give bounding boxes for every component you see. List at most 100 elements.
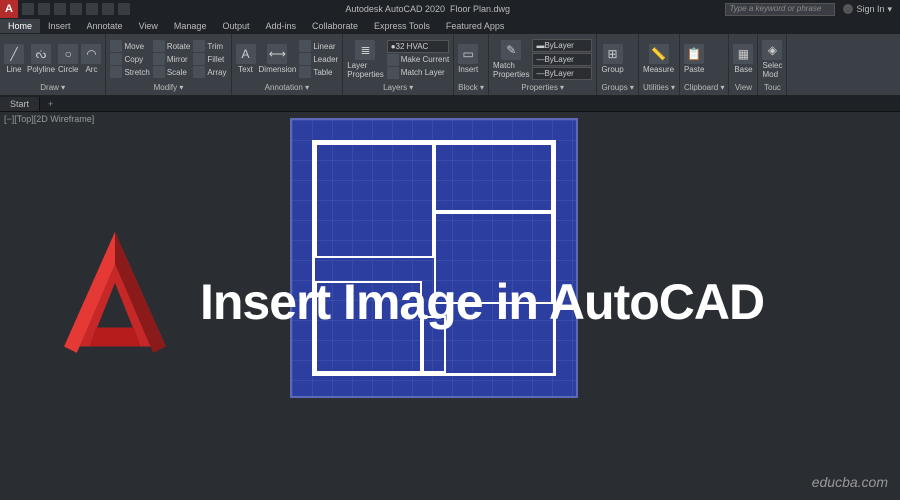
app-logo[interactable]: A	[0, 0, 18, 18]
ribbon: ╱Line ᔔPolyline ○Circle ◠Arc Draw ▾ Move…	[0, 34, 900, 96]
tab-annotate[interactable]: Annotate	[79, 19, 131, 33]
qat-undo-icon[interactable]	[102, 3, 114, 15]
tab-featured[interactable]: Featured Apps	[438, 19, 513, 33]
panel-title-properties[interactable]: Properties ▾	[493, 82, 592, 93]
color-dropdown[interactable]: ▬ ByLayer	[532, 39, 592, 52]
paste-icon: 📋	[684, 44, 704, 64]
tab-addins[interactable]: Add-ins	[257, 19, 304, 33]
qat-save-icon[interactable]	[54, 3, 66, 15]
panel-title-groups[interactable]: Groups ▾	[601, 82, 633, 93]
measure-button[interactable]: 📏Measure	[643, 44, 674, 74]
qat-redo-icon[interactable]	[118, 3, 130, 15]
fillet-icon	[193, 53, 205, 65]
paste-button[interactable]: 📋Paste	[684, 44, 704, 74]
match-layer-button[interactable]: Match Layer	[387, 67, 449, 79]
tab-manage[interactable]: Manage	[166, 19, 215, 33]
move-icon	[110, 40, 122, 52]
panel-layers: ≣Layer Properties ● 32 HVAC Make Current…	[343, 34, 454, 95]
panel-properties: ✎Match Properties ▬ ByLayer — ByLayer — …	[489, 34, 597, 95]
mirror-button[interactable]: Mirror	[153, 53, 191, 65]
base-button[interactable]: ▦Base	[733, 44, 753, 74]
array-button[interactable]: Array	[193, 66, 226, 78]
qat-saveas-icon[interactable]	[70, 3, 82, 15]
insert-button[interactable]: ▭Insert	[458, 44, 478, 74]
panel-clipboard: 📋Paste Clipboard ▾	[680, 34, 730, 95]
group-button[interactable]: ⊞Group	[601, 44, 623, 74]
table-icon	[299, 66, 311, 78]
drawing-viewport[interactable]: [−][Top][2D Wireframe] Insert Image in A…	[0, 112, 900, 500]
signin-button[interactable]: Sign In ▾	[843, 4, 892, 15]
line-icon: ╱	[4, 44, 24, 64]
tab-collaborate[interactable]: Collaborate	[304, 19, 366, 33]
search-input[interactable]: Type a keyword or phrase	[725, 3, 835, 16]
line-button[interactable]: ╱Line	[4, 44, 24, 74]
move-button[interactable]: Move	[110, 40, 149, 52]
match-properties-icon: ✎	[501, 40, 521, 60]
hero-overlay: Insert Image in AutoCAD	[50, 232, 870, 372]
text-button[interactable]: AText	[236, 44, 256, 74]
tab-output[interactable]: Output	[214, 19, 257, 33]
ribbon-tabs: Home Insert Annotate View Manage Output …	[0, 18, 900, 34]
linetype-dropdown[interactable]: — ByLayer	[532, 67, 592, 80]
select-mode-button[interactable]: ◈Selec Mod	[762, 40, 782, 79]
qat-new-icon[interactable]	[22, 3, 34, 15]
tab-home[interactable]: Home	[0, 19, 40, 33]
layers-icon: ≣	[355, 40, 375, 60]
rotate-button[interactable]: Rotate	[153, 40, 191, 52]
panel-view: ▦Base View	[729, 34, 758, 95]
scale-icon	[153, 66, 165, 78]
stretch-icon	[110, 66, 122, 78]
viewport-controls[interactable]: [−][Top][2D Wireframe]	[4, 114, 94, 124]
panel-modify: Move Copy Stretch Rotate Mirror Scale Tr…	[106, 34, 231, 95]
stretch-button[interactable]: Stretch	[110, 66, 149, 78]
new-tab-button[interactable]: +	[40, 97, 61, 111]
leader-icon	[299, 53, 311, 65]
doc-tab-start[interactable]: Start	[0, 97, 40, 111]
tab-view[interactable]: View	[131, 19, 166, 33]
make-current-button[interactable]: Make Current	[387, 54, 449, 66]
circle-icon: ○	[58, 44, 78, 64]
layer-dropdown[interactable]: ● 32 HVAC	[387, 40, 449, 53]
panel-title-touch[interactable]: Touc	[762, 82, 782, 93]
layer-properties-button[interactable]: ≣Layer Properties	[347, 40, 383, 79]
match-properties-button[interactable]: ✎Match Properties	[493, 40, 529, 79]
array-icon	[193, 66, 205, 78]
qat-plot-icon[interactable]	[86, 3, 98, 15]
tab-insert[interactable]: Insert	[40, 19, 79, 33]
tab-express[interactable]: Express Tools	[366, 19, 438, 33]
trim-button[interactable]: Trim	[193, 40, 226, 52]
linear-button[interactable]: Linear	[299, 40, 338, 52]
leader-button[interactable]: Leader	[299, 53, 338, 65]
panel-title-layers[interactable]: Layers ▾	[347, 82, 449, 93]
scale-button[interactable]: Scale	[153, 66, 191, 78]
copy-icon	[110, 53, 122, 65]
panel-title-clipboard[interactable]: Clipboard ▾	[684, 82, 725, 93]
group-icon: ⊞	[603, 44, 623, 64]
table-button[interactable]: Table	[299, 66, 338, 78]
panel-title-view[interactable]: View	[733, 82, 753, 93]
panel-title-utilities[interactable]: Utilities ▾	[643, 82, 675, 93]
quick-access-toolbar	[22, 3, 130, 15]
window-title: Autodesk AutoCAD 2020 Floor Plan.dwg	[130, 4, 725, 14]
mirror-icon	[153, 53, 165, 65]
chevron-down-icon: ▾	[887, 4, 892, 15]
polyline-icon: ᔔ	[31, 44, 51, 64]
make-current-icon	[387, 54, 399, 66]
panel-title-block[interactable]: Block ▾	[458, 82, 484, 93]
qat-open-icon[interactable]	[38, 3, 50, 15]
arc-button[interactable]: ◠Arc	[81, 44, 101, 74]
lineweight-dropdown[interactable]: — ByLayer	[532, 53, 592, 66]
polyline-button[interactable]: ᔔPolyline	[27, 44, 55, 74]
circle-button[interactable]: ○Circle	[58, 44, 78, 74]
user-icon	[843, 4, 853, 14]
rotate-icon	[153, 40, 165, 52]
panel-utilities: 📏Measure Utilities ▾	[639, 34, 680, 95]
autocad-logo-icon	[50, 232, 180, 372]
panel-title-draw[interactable]: Draw ▾	[4, 82, 101, 93]
panel-title-annotation[interactable]: Annotation ▾	[236, 82, 339, 93]
measure-icon: 📏	[649, 44, 669, 64]
fillet-button[interactable]: Fillet	[193, 53, 226, 65]
copy-button[interactable]: Copy	[110, 53, 149, 65]
panel-title-modify[interactable]: Modify ▾	[110, 82, 226, 93]
dimension-button[interactable]: ⟷Dimension	[259, 44, 297, 74]
